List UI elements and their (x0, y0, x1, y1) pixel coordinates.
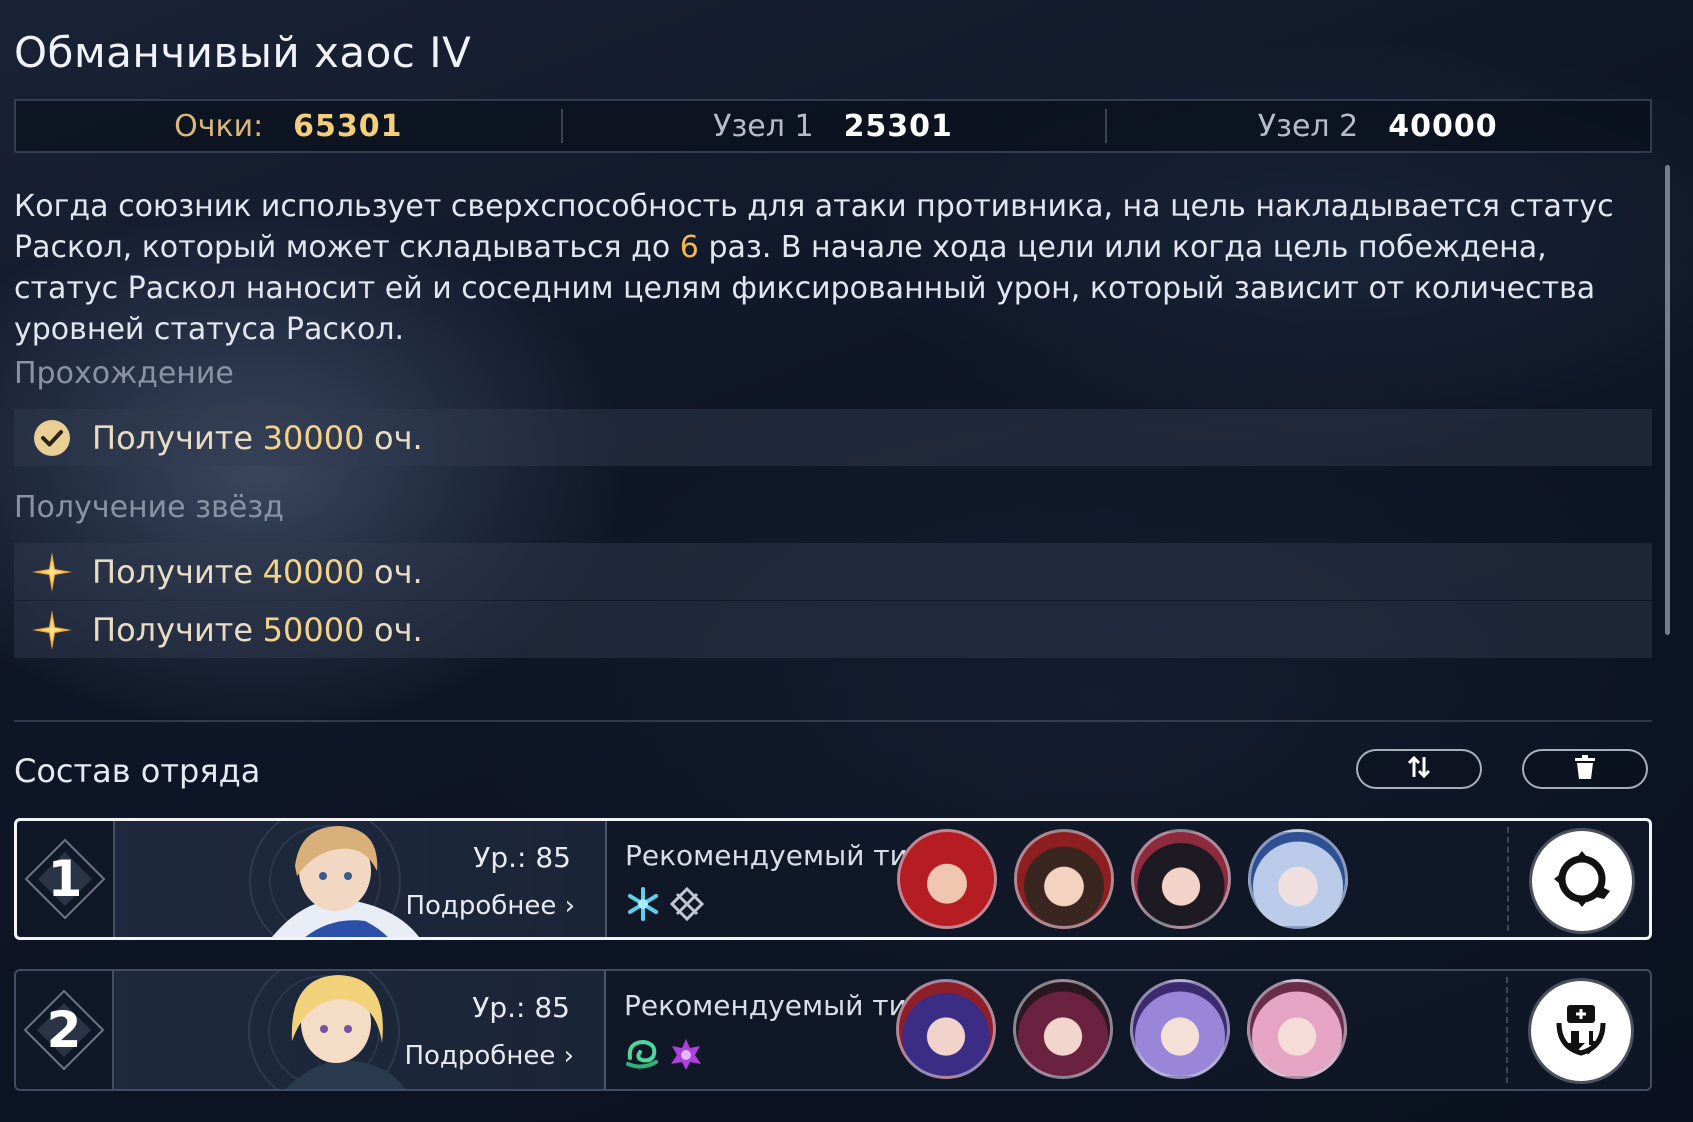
quantum-icon (669, 886, 705, 926)
details-label: Подробнее (404, 1041, 556, 1071)
wind-icon (624, 1036, 660, 1076)
ice-icon (625, 886, 661, 926)
team-leader-portrait[interactable]: Ур.: 85 Подробнее › (114, 971, 606, 1089)
character-avatar[interactable] (897, 829, 997, 929)
node-number: 2 (46, 1001, 82, 1059)
section-divider (14, 720, 1652, 722)
stage-description: Когда союзник использует сверхспособност… (14, 186, 1634, 350)
star-task-value: 50000 (262, 610, 365, 649)
row-separator (1506, 977, 1508, 1083)
node2-score-label: Узел 2 (1257, 108, 1359, 144)
character-avatar[interactable] (1247, 979, 1347, 1079)
recommended-types (624, 1036, 704, 1076)
clear-task: Получите 30000 оч. (14, 409, 1652, 466)
character-avatar[interactable] (896, 979, 996, 1079)
recommended-label: Рекомендуемый тип (624, 989, 926, 1022)
star-task-prefix: Получите (92, 610, 254, 649)
node-number-box: 2 (16, 971, 114, 1089)
team-slot-2[interactable]: 2 Ур.: 85 Подробнее › Рекомендуемый тип (14, 969, 1652, 1091)
character-avatar[interactable] (1130, 979, 1230, 1079)
node1-score-value: 25301 (843, 108, 953, 144)
chevron-right-icon: › (563, 1041, 574, 1071)
node2-score-value: 40000 (1388, 108, 1498, 144)
star-task-suffix: оч. (374, 610, 423, 649)
team-slot-1[interactable]: 1 Ур.: 85 Подробнее › Рекомендуемый тип (14, 818, 1652, 940)
auto-cycle-button[interactable] (1532, 831, 1632, 931)
star-task-value: 40000 (262, 552, 365, 591)
node-number-box: 1 (17, 821, 115, 937)
star-icon (30, 550, 74, 594)
star-task: Получите 40000 оч. (14, 543, 1652, 600)
clear-heading: Прохождение (14, 356, 234, 391)
load-team-button[interactable] (1531, 981, 1631, 1081)
stars-heading: Получение звёзд (14, 490, 284, 525)
clear-task-prefix: Получите (92, 418, 254, 457)
node2-score: Узел 2 40000 (1105, 101, 1650, 151)
swap-teams-button[interactable] (1356, 749, 1482, 789)
clear-task-suffix: оч. (374, 418, 423, 457)
team-level: Ур.: 85 (473, 841, 571, 874)
character-avatar[interactable] (1248, 829, 1348, 929)
recommended-characters (897, 829, 1348, 929)
node1-score: Узел 1 25301 (560, 101, 1106, 151)
check-circle-icon (30, 416, 74, 460)
details-link[interactable]: Подробнее › (404, 1041, 574, 1071)
clear-task-value: 30000 (262, 418, 365, 457)
auto-cycle-icon (1550, 847, 1614, 915)
star-task: Получите 50000 оч. (14, 601, 1652, 658)
character-avatar[interactable] (1013, 979, 1113, 1079)
team-level: Ур.: 85 (472, 991, 570, 1024)
node1-score-label: Узел 1 (713, 108, 814, 144)
chevron-right-icon: › (564, 891, 575, 921)
total-score-label: Очки: (174, 108, 264, 144)
team-leader-portrait[interactable]: Ур.: 85 Подробнее › (115, 821, 607, 937)
row-separator (1507, 827, 1509, 931)
total-score-value: 65301 (293, 108, 403, 144)
star-icon (30, 608, 74, 652)
download-icon (1549, 997, 1613, 1065)
recommended-label: Рекомендуемый тип (625, 839, 927, 872)
score-bar: Очки: 65301 Узел 1 25301 Узел 2 40000 (14, 99, 1652, 153)
recommended-characters (896, 979, 1347, 1079)
recommended-types (625, 886, 705, 926)
team-heading: Состав отряда (14, 752, 261, 790)
details-link[interactable]: Подробнее › (405, 891, 575, 921)
scrollbar[interactable] (1665, 165, 1670, 635)
page-title: Обманчивый хаос IV (14, 28, 472, 77)
total-score: Очки: 65301 (16, 101, 561, 151)
character-avatar[interactable] (1014, 829, 1114, 929)
clear-team-button[interactable] (1522, 749, 1648, 789)
star-task-suffix: оч. (374, 552, 423, 591)
description-highlight: 6 (679, 230, 699, 265)
trash-icon (1573, 754, 1597, 784)
imaginary-icon (668, 1036, 704, 1076)
character-avatar[interactable] (1131, 829, 1231, 929)
node-number: 1 (47, 850, 83, 908)
details-label: Подробнее (405, 891, 557, 921)
swap-arrows-icon (1405, 753, 1433, 785)
star-task-prefix: Получите (92, 552, 254, 591)
